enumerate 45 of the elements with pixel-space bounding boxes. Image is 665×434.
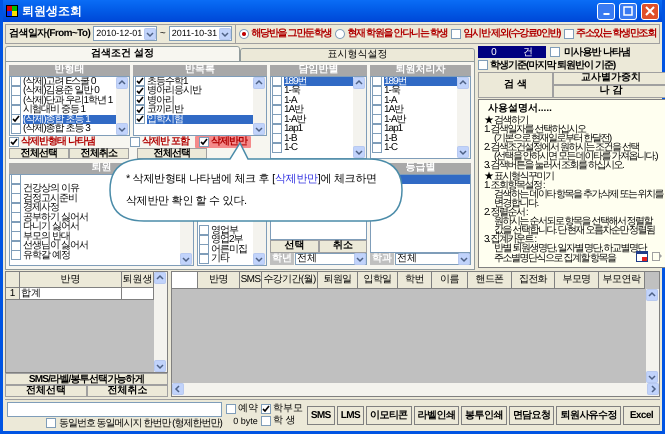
help-text: (기본으로 현재일로부터 한달전)	[494, 134, 612, 143]
help-title: 사용설명서.....	[487, 102, 553, 115]
byte-count: 0 byte	[232, 414, 258, 428]
window-title: 퇴원생조회	[22, 3, 83, 20]
help-text: 원하시는 순서되로 항목을 선택해서 정렬할	[494, 216, 653, 226]
help-text: ★ 검색하기	[484, 116, 528, 125]
help-text: (선택을 안하시면 모든 데이타를 가져옵니다.)	[494, 152, 659, 161]
help-text: 반별 퇴원생명단, 일자별 명단, 하교별명단	[494, 244, 648, 253]
help-text: 주소별명단식으로 집계할 항목을	[493, 254, 616, 263]
range-separator: ~	[160, 27, 166, 42]
list-header: 퇴원처리자	[370, 64, 471, 76]
checkbox-label: 동일번호 동일메시지 한번만 (형제한번만)	[58, 418, 222, 429]
checkbox-label: 예약	[238, 402, 258, 415]
help-text: 3. 검색버튼을 눌러서 조회를 하십시오.	[484, 160, 624, 170]
help-text: 1. 조회항목설정 :	[484, 180, 545, 190]
help-text: 3. 집계카운트 :	[484, 234, 536, 244]
list-header: 담임반별	[270, 64, 367, 76]
checkbox-label: 학 생	[272, 415, 296, 428]
table-cell: 합계	[20, 288, 122, 300]
help-text: 값을 선택합니다. 단 현재 오름차순만 정렬됨	[494, 226, 656, 235]
checkbox-label: 삭제반만	[210, 135, 247, 150]
help-text: 1. 검색일자를 선택하십시오	[484, 124, 586, 134]
help-text: ★ 표시형식꾸미기	[484, 172, 554, 181]
help-text: 2. 정렬순서 :	[484, 208, 528, 217]
section-label: SMS/라벨/봉투선택가능하게	[5, 372, 168, 385]
checkbox-label: 미사용반 나타냄	[564, 46, 630, 60]
radio-label: 해당반을 그만둔학생	[251, 27, 332, 42]
row-number: 1	[6, 288, 20, 300]
checkbox-label: 학부모	[272, 402, 303, 415]
checkbox-label: 임시반 제외(수강료0인반)	[463, 27, 560, 42]
result-count: 0 건	[478, 46, 546, 58]
list-header: 반목록	[133, 64, 267, 76]
list-header: 반형태	[9, 64, 130, 76]
filter-label: 학과	[370, 253, 394, 266]
filter-label: 학년	[270, 253, 294, 266]
checkbox-label: 학생기준(마지막 퇴원반이 기준)	[490, 58, 616, 72]
help-text: 변경합니다.	[494, 198, 538, 208]
radio-label: 현재 학원을 안다니는 학생	[347, 27, 448, 42]
checkbox-label: 삭제반형태 나타냄	[21, 135, 95, 148]
help-text: 검색하는 데이타 항목을 추가,삭제 또는 위치를	[494, 190, 664, 199]
help-text: 2. 검색조건설정에서 원하시는 조건을 선택	[484, 142, 639, 152]
date-range-label: 검색일자(From~To)	[9, 27, 90, 42]
callout-text: * 삭제반형태 나타냄에 체크 후 [삭제반만]에 체크하면 삭제반만 확인 할 수 있다.	[126, 172, 377, 209]
checkbox-label: 삭제반 포함	[142, 135, 189, 148]
checkbox-label: 주소있는 학생만조회	[576, 27, 656, 42]
